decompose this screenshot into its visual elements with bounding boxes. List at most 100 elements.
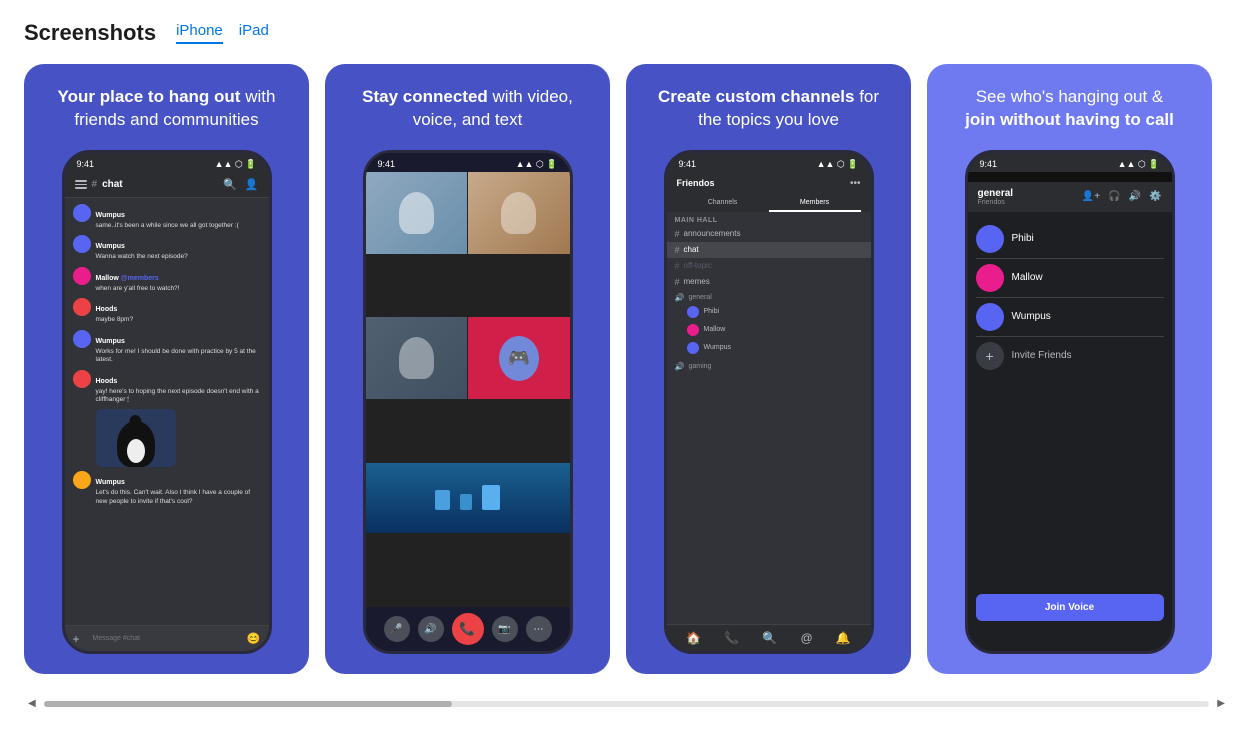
message-row: Wumpus Wanna watch the next episode? [73, 235, 261, 261]
tab-iphone[interactable]: iPhone [176, 22, 223, 44]
msg-username: Mallow @members [96, 275, 159, 282]
msg-text: when are y'all free to watch?! [96, 285, 261, 293]
card-4-bold: join without having to call [965, 110, 1174, 129]
invite-icon: + [976, 342, 1004, 370]
bottom-spacer [968, 631, 1172, 651]
emoji-icon[interactable]: 😊 [247, 632, 261, 645]
scrollbar-track [44, 701, 1210, 707]
channel-item-announcements[interactable]: # announcements [667, 226, 871, 242]
invite-friends-row[interactable]: + Invite Friends [976, 337, 1164, 375]
msg-content: Hoods maybe 8pm? [96, 298, 261, 324]
mute-button[interactable]: 🎤 [384, 616, 410, 642]
card-2-caption: Stay connected with video, voice, and te… [345, 86, 590, 132]
voice-channel-name: general [688, 294, 711, 301]
msg-text: yay! here's to hoping the next episode d… [96, 388, 261, 405]
msg-username: Hoods [96, 378, 118, 385]
search-icon[interactable]: 🔍 [223, 178, 237, 191]
msg-username: Wumpus [96, 338, 125, 345]
message-row: Hoods maybe 8pm? [73, 298, 261, 324]
tab-ipad[interactable]: iPad [239, 22, 269, 44]
scrollbar-thumb[interactable] [44, 701, 452, 707]
search-bottom-icon[interactable]: 🔍 [762, 631, 777, 645]
voice-channel-general[interactable]: 🔊 general [675, 293, 863, 302]
add-user-icon[interactable]: 👤+ [1082, 191, 1100, 202]
more-button[interactable]: ⋯ [526, 616, 552, 642]
settings-icon[interactable]: ⚙️ [1149, 191, 1161, 202]
screenshot-card-2: Stay connected with video, voice, and te… [325, 64, 610, 674]
speaker-icon: 🔊 [675, 293, 685, 302]
channel-name: chat [684, 245, 699, 254]
members-icon[interactable]: 👤 [245, 178, 259, 191]
add-icon[interactable]: + [73, 632, 80, 646]
voice-server-info: general Friendos [978, 188, 1014, 206]
voice-user-mallow: Mallow [675, 322, 863, 338]
voice-user-name: Wumpus [704, 344, 732, 351]
status-time-2: 9:41 [378, 159, 396, 169]
card-2-bold: Stay connected [362, 87, 488, 106]
hash-icon: # [675, 229, 680, 239]
tab-members[interactable]: Members [769, 195, 861, 212]
speaker-button[interactable]: 🔊 [418, 616, 444, 642]
message-input[interactable]: Message #chat [85, 631, 242, 646]
member-name: Phibi [1012, 233, 1034, 244]
scroll-right-button[interactable]: ▶ [1213, 698, 1229, 709]
phone-3-status-bar: 9:41 ▲▲ ⬡ 🔋 [667, 153, 871, 172]
voice-channel-gaming-name: gaming [688, 363, 711, 370]
hash-icon: # [675, 261, 680, 271]
card-1-bold: Your place to hang out [58, 87, 241, 106]
video-cell-4: 🎮 [468, 317, 570, 399]
end-call-button[interactable]: 📞 [452, 613, 484, 645]
status-time-4: 9:41 [980, 159, 998, 169]
message-row: Wumpus Works for me! I should be done wi… [73, 330, 261, 365]
voice-member-phibi: Phibi [976, 220, 1164, 259]
scroll-left-button[interactable]: ◀ [24, 698, 40, 709]
voice-header-controls: 👤+ 🎧 🔊 ⚙️ [1082, 191, 1162, 202]
msg-content: Wumpus Let's do this. Can't wait. Also I… [96, 471, 261, 506]
headphones-icon[interactable]: 🎧 [1108, 191, 1120, 202]
msg-text: same..it's been a while since we all got… [96, 222, 261, 230]
phone-icon[interactable]: 📞 [724, 631, 739, 645]
bg-phone-strip [968, 172, 1172, 182]
channel-category-label: MAIN HALL [667, 212, 871, 226]
chat-header-1: # chat 🔍 👤 [65, 172, 269, 198]
scrollbar-container: ◀ ▶ [24, 690, 1229, 713]
bell-icon[interactable]: 🔔 [836, 631, 851, 645]
phone-2-status-bar: 9:41 ▲▲ ⬡ 🔋 [366, 153, 570, 172]
avatar [73, 370, 91, 388]
screenshots-row: Your place to hang out with friends and … [24, 64, 1229, 690]
bottom-nav-bar: 🏠 📞 🔍 @ 🔔 [667, 624, 871, 651]
msg-text: maybe 8pm? [96, 316, 261, 324]
avatar [687, 342, 699, 354]
video-cell-2 [468, 172, 570, 254]
join-voice-button[interactable]: Join Voice [976, 594, 1164, 621]
voice-member-mallow: Mallow [976, 259, 1164, 298]
message-row: Mallow @members when are y'all free to w… [73, 267, 261, 293]
tab-channels[interactable]: Channels [677, 195, 769, 212]
avatar [73, 330, 91, 348]
voice-section: 🔊 general Phibi Mallow [667, 290, 871, 359]
voice-channel-header: general Friendos 👤+ 🎧 🔊 ⚙️ [968, 182, 1172, 212]
channel-item-off-topic[interactable]: # off-topic [667, 258, 871, 274]
at-icon[interactable]: @ [801, 631, 813, 645]
channel-item-chat[interactable]: # chat [667, 242, 871, 258]
voice-channel-gaming[interactable]: 🔊 gaming [675, 362, 863, 371]
invite-label: Invite Friends [1012, 350, 1072, 361]
phone-4-status-bar: 9:41 ▲▲ ⬡ 🔋 [968, 153, 1172, 172]
card-4-plain-1: See who's hanging out & [976, 87, 1164, 106]
more-options-icon[interactable]: ••• [850, 178, 861, 189]
message-row: Hoods yay! here's to hoping the next epi… [73, 370, 261, 405]
status-icons-1: ▲▲ ⬡ 🔋 [215, 159, 257, 170]
screenshot-card-3: Create custom channels for the topics yo… [626, 64, 911, 674]
volume-icon[interactable]: 🔊 [1129, 191, 1141, 202]
page-title: Screenshots [24, 20, 156, 46]
chat-header-left: # chat [75, 179, 123, 190]
channels-header: Friendos ••• [667, 172, 871, 195]
msg-content: Wumpus Wanna watch the next episode? [96, 235, 261, 261]
call-controls: 🎤 🔊 📞 📷 ⋯ [366, 607, 570, 651]
hamburger-icon[interactable] [75, 180, 87, 189]
channel-item-memes[interactable]: # memes [667, 274, 871, 290]
server-list-icon[interactable]: 🏠 [686, 631, 701, 645]
camera-button[interactable]: 📷 [492, 616, 518, 642]
avatar [73, 204, 91, 222]
voice-user-name: Phibi [704, 308, 720, 315]
